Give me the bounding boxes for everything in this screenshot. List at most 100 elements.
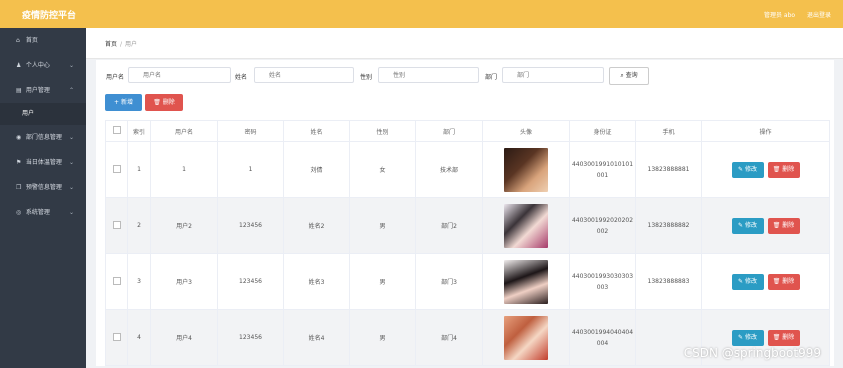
cell-username: 用户2	[150, 197, 218, 254]
column-header[interactable]: 身份证	[569, 120, 636, 142]
checkbox[interactable]	[112, 164, 121, 173]
sidebar-item-profile[interactable]: ♟ 个人中心 ⌄	[0, 53, 86, 78]
checkbox[interactable]	[112, 276, 121, 285]
cell-avatar	[482, 141, 570, 198]
sidebar-item-department[interactable]: ◉ 部门信息管理 ⌄	[0, 125, 86, 150]
column-header[interactable]: 用户名	[150, 120, 218, 142]
idcard-part2: 004	[596, 339, 609, 347]
name-input[interactable]	[254, 67, 354, 83]
chevron-down-icon: ⌄	[68, 184, 74, 191]
delete-button[interactable]: 🗑 删除	[767, 329, 800, 346]
row-checkbox-cell[interactable]	[105, 309, 128, 366]
cell-password: 123456	[217, 253, 284, 310]
edit-icon: ✎	[738, 221, 744, 229]
add-button-label: 新增	[120, 99, 133, 106]
query-button[interactable]: ⌕ 查询	[609, 67, 649, 85]
cell-index: 1	[127, 141, 151, 198]
select-all-checkbox[interactable]	[105, 120, 128, 142]
delete-button[interactable]: 🗑 删除	[767, 217, 800, 234]
breadcrumb: 首页 / 用户	[105, 39, 137, 48]
column-header: 操作	[701, 120, 830, 142]
edit-button[interactable]: ✎ 修改	[731, 273, 764, 290]
column-header[interactable]: 姓名	[283, 120, 350, 142]
batch-delete-button[interactable]: 🗑 删除	[145, 94, 183, 111]
edit-button[interactable]: ✎ 修改	[731, 329, 764, 346]
column-header[interactable]: 头像	[482, 120, 570, 142]
cell-username: 1	[150, 141, 218, 198]
avatar[interactable]	[504, 203, 548, 248]
cell-phone: 13823888881	[635, 141, 702, 198]
cell-idcard: 4403001993030303 003	[569, 253, 636, 310]
table-row: 2 用户2 123456 姓名2 男 部门2 4403001992020202 0…	[105, 197, 830, 254]
sidebar-item-temperature[interactable]: ⚑ 当日体温管理 ⌄	[0, 150, 86, 175]
table-header-row: 索引 用户名 密码 姓名 性别 部门 头像 身份证 手机 操作	[105, 120, 830, 142]
column-header[interactable]: 性别	[349, 120, 416, 142]
cell-name: 姓名4	[283, 309, 350, 366]
cell-gender: 男	[349, 253, 416, 310]
idcard-part2: 002	[596, 227, 609, 235]
search-icon: ⌕	[620, 72, 624, 79]
header-right: 管理员 abo 退出登录	[754, 10, 831, 19]
avatar[interactable]	[504, 259, 548, 304]
checkbox[interactable]	[112, 220, 121, 229]
row-checkbox-cell[interactable]	[105, 253, 128, 310]
delete-button-label: 删除	[782, 221, 795, 229]
edit-icon: ✎	[738, 333, 744, 341]
cell-phone: 13823888883	[635, 253, 702, 310]
query-button-label: 查询	[625, 72, 638, 79]
sidebar-item-label: 当日体温管理	[25, 159, 62, 166]
delete-button-label: 删除	[782, 165, 795, 173]
chevron-down-icon: ⌄	[68, 209, 74, 216]
edit-icon: ✎	[738, 277, 744, 285]
edit-button[interactable]: ✎ 修改	[731, 217, 764, 234]
sidebar-item-warning[interactable]: ❐ 预警信息管理 ⌄	[0, 175, 86, 200]
list-icon: ▤	[16, 87, 22, 94]
edit-button-label: 修改	[744, 333, 757, 341]
column-header[interactable]: 手机	[635, 120, 702, 142]
cell-username: 用户3	[150, 253, 218, 310]
logout-link[interactable]: 退出登录	[807, 12, 831, 19]
breadcrumb-home[interactable]: 首页	[105, 41, 117, 48]
watermark: CSDN @springboot999	[683, 346, 821, 360]
dept-input[interactable]	[502, 67, 604, 83]
idcard-part1: 4403001994040404	[571, 328, 634, 336]
top-bar: 疫情防控平台 管理员 abo 退出登录	[0, 0, 843, 28]
add-button[interactable]: + 新增	[105, 94, 142, 111]
sidebar-item-label: 个人中心	[25, 62, 50, 69]
chevron-down-icon: ⌄	[68, 62, 74, 69]
avatar[interactable]	[504, 315, 548, 360]
column-header[interactable]: 索引	[127, 120, 151, 142]
row-checkbox-cell[interactable]	[105, 197, 128, 254]
chevron-down-icon: ⌄	[68, 134, 74, 141]
cell-idcard: 4403001992020202 002	[569, 197, 636, 254]
delete-button[interactable]: 🗑 删除	[767, 273, 800, 290]
cell-avatar	[482, 197, 570, 254]
idcard-part1: 4403001993030303	[571, 272, 634, 280]
trash-icon: 🗑	[772, 333, 781, 341]
delete-button-label: 删除	[162, 99, 175, 106]
edit-button[interactable]: ✎ 修改	[731, 161, 764, 178]
current-user: 管理员 abo	[763, 12, 796, 19]
username-input[interactable]	[128, 67, 231, 83]
column-header[interactable]: 密码	[217, 120, 284, 142]
checkbox[interactable]	[112, 332, 121, 341]
idcard-part2: 001	[596, 171, 609, 179]
cell-password: 123456	[217, 309, 284, 366]
gender-input[interactable]	[378, 67, 479, 83]
sidebar-item-user-management[interactable]: ▤ 用户管理 ⌃	[0, 78, 86, 103]
user-icon: ♟	[16, 62, 22, 69]
avatar[interactable]	[504, 147, 548, 192]
delete-button[interactable]: 🗑 删除	[767, 161, 800, 178]
sidebar-item-home[interactable]: ⌂ 首页	[0, 28, 86, 53]
app-title: 疫情防控平台	[22, 11, 77, 21]
row-checkbox-cell[interactable]	[105, 141, 128, 198]
gender-label: 性别	[360, 74, 373, 81]
checkbox[interactable]	[112, 126, 121, 134]
edit-icon: ✎	[738, 165, 744, 173]
copy-icon: ❐	[16, 184, 22, 191]
cell-actions: ✎ 修改 🗑 删除	[701, 141, 830, 198]
column-header[interactable]: 部门	[415, 120, 483, 142]
user-table: 索引 用户名 密码 姓名 性别 部门 头像 身份证 手机 操作 1 1 1 刘倩…	[105, 120, 830, 366]
sidebar-item-system[interactable]: ◎ 系统管理 ⌄	[0, 200, 86, 225]
sidebar-subitem-user[interactable]: 用户	[0, 103, 86, 125]
